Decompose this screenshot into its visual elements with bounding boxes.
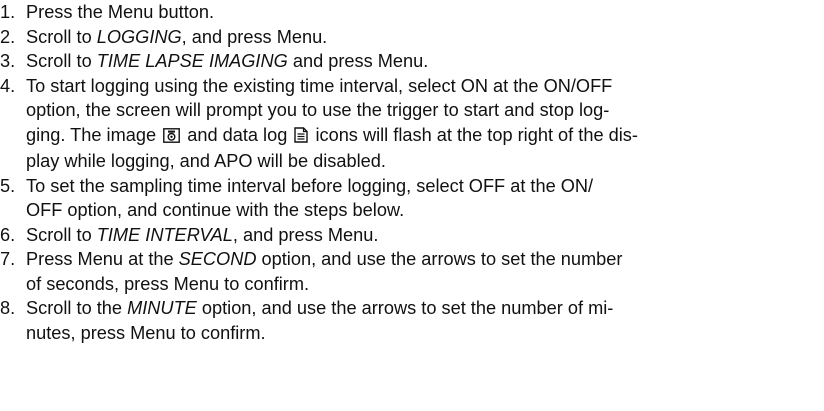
- step-number: 8.: [0, 298, 16, 318]
- text-run: ging. The image: [26, 124, 162, 145]
- step-number: 7.: [0, 249, 16, 269]
- text-run: Scroll to the: [26, 298, 128, 318]
- step-text-line: of seconds, press Menu to confirm.: [26, 272, 824, 297]
- text-run: , and press Menu.: [232, 224, 379, 245]
- text-run: and data log: [182, 124, 293, 145]
- text-run: and press Menu.: [287, 51, 429, 71]
- text-run: To set the sampling time interval before…: [26, 175, 594, 196]
- step-text-line: nutes, press Menu to confirm.: [26, 321, 824, 346]
- text-run: Scroll to: [26, 224, 97, 245]
- text-run: Scroll to: [26, 26, 97, 47]
- document-icon: [294, 125, 309, 150]
- text-run: OFF option, and continue with the steps …: [26, 200, 405, 220]
- text-run: option, the screen will prompt you to us…: [26, 100, 610, 120]
- step-text-line: Press Menu at the SECOND option, and use…: [26, 247, 824, 272]
- text-run: icons will flash at the top right of the…: [310, 124, 638, 145]
- step-text-line: play while logging, and APO will be disa…: [26, 149, 824, 174]
- camera-icon: [163, 125, 181, 150]
- step-text: Scroll to LOGGING, and press Menu.: [26, 25, 824, 50]
- step-4: 4. To start logging using the existing t…: [0, 74, 824, 174]
- step-text-line: ging. The image and data log icons will …: [26, 123, 824, 150]
- text-run: To start logging using the existing time…: [26, 75, 613, 96]
- step-text-line: OFF option, and continue with the steps …: [26, 198, 824, 223]
- step-2: 2. Scroll to LOGGING, and press Menu.: [0, 25, 824, 50]
- step-number: 4.: [0, 75, 16, 96]
- text-run: Scroll to: [26, 51, 97, 71]
- step-number: 5.: [0, 175, 16, 196]
- text-run: play while logging, and APO will be disa…: [26, 151, 386, 171]
- instruction-list: 1. Press the Menu button. 2. Scroll to L…: [0, 0, 824, 345]
- text-run: Press Menu at the: [26, 249, 179, 269]
- menu-term: TIME INTERVAL: [96, 224, 233, 245]
- text-run: nutes, press Menu to confirm.: [26, 322, 266, 343]
- menu-term: SECOND: [178, 249, 257, 269]
- step-8: 8. Scroll to the MINUTE option, and use …: [0, 296, 824, 345]
- step-6: 6. Scroll to TIME INTERVAL, and press Me…: [0, 223, 824, 248]
- step-text: Scroll to TIME LAPSE IMAGING and press M…: [26, 49, 824, 74]
- step-text: Scroll to TIME INTERVAL, and press Menu.: [26, 223, 824, 248]
- text-run: option, and use the arrows to set the nu…: [256, 249, 623, 269]
- menu-term: TIME LAPSE IMAGING: [96, 51, 288, 71]
- step-number: 2.: [0, 26, 16, 47]
- step-text: Press the Menu button.: [26, 0, 824, 25]
- step-5: 5. To set the sampling time interval bef…: [0, 174, 824, 223]
- step-number: 6.: [0, 224, 16, 245]
- menu-term: LOGGING: [96, 26, 182, 47]
- step-text-line: option, the screen will prompt you to us…: [26, 98, 824, 123]
- step-number: 1.: [0, 2, 16, 22]
- step-number: 3.: [0, 51, 16, 71]
- text-run: , and press Menu.: [181, 26, 328, 47]
- step-text-line: Scroll to the MINUTE option, and use the…: [26, 296, 824, 321]
- step-7: 7. Press Menu at the SECOND option, and …: [0, 247, 824, 296]
- menu-term: MINUTE: [127, 298, 197, 318]
- step-text-line: To set the sampling time interval before…: [26, 174, 824, 199]
- step-3: 3. Scroll to TIME LAPSE IMAGING and pres…: [0, 49, 824, 74]
- step-1: 1. Press the Menu button.: [0, 0, 824, 25]
- text-run: Press the Menu button.: [26, 2, 215, 22]
- step-text-line: To start logging using the existing time…: [26, 74, 824, 99]
- text-run: of seconds, press Menu to confirm.: [26, 273, 310, 294]
- text-run: option, and use the arrows to set the nu…: [196, 298, 614, 318]
